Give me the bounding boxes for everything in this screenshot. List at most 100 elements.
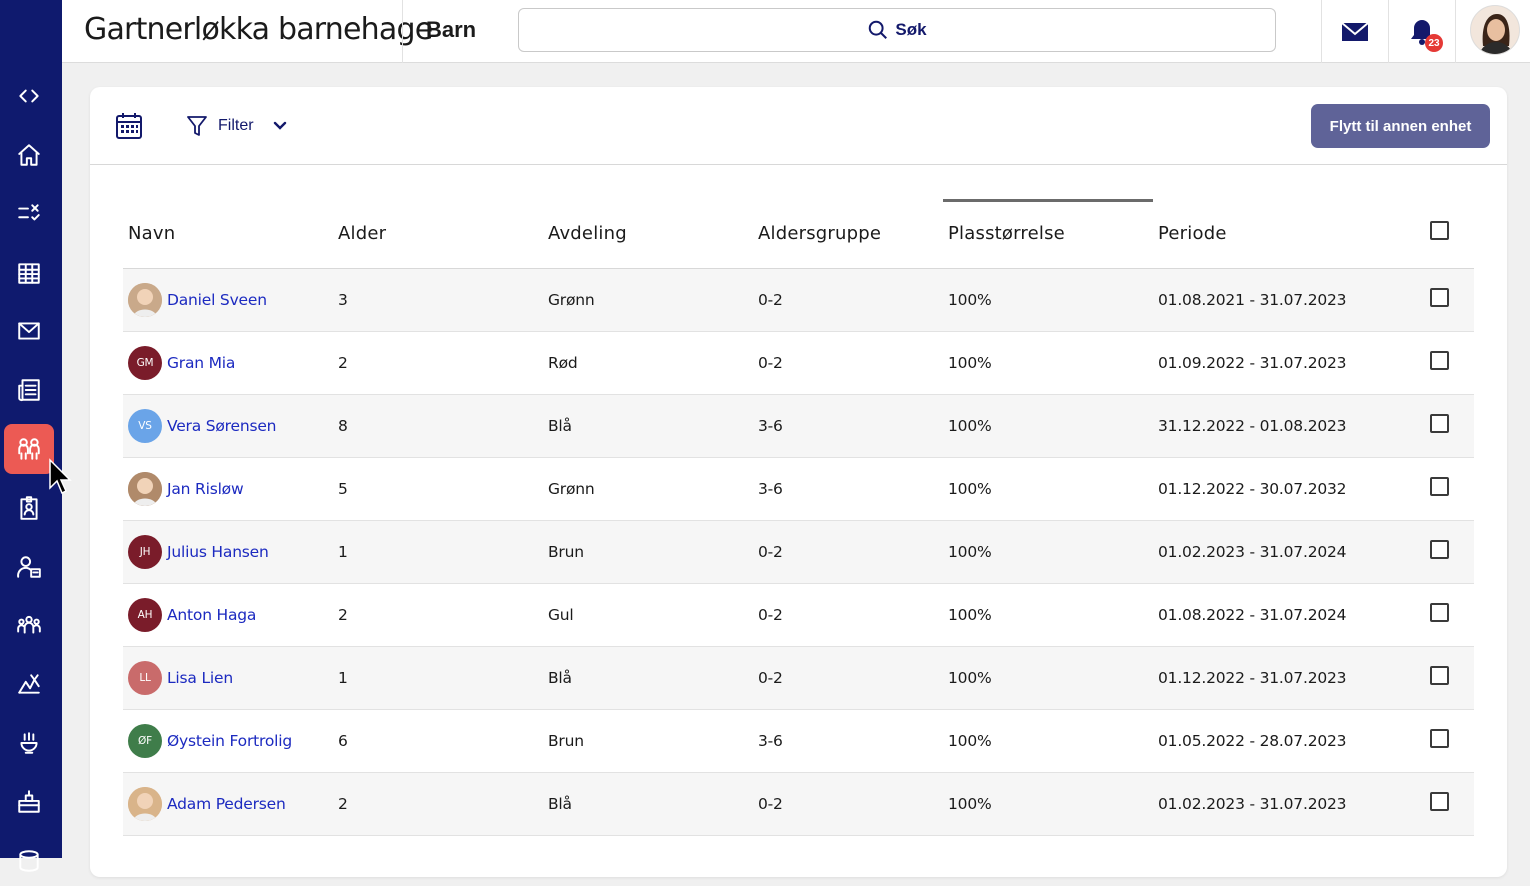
notifications-button[interactable]: 23 <box>1389 0 1455 63</box>
child-name-link[interactable]: Lisa Lien <box>167 669 233 687</box>
cell-period: 31.12.2022 - 01.08.2023 <box>1153 394 1404 458</box>
sidebar-item-database[interactable] <box>4 836 54 886</box>
sidebar-item-messages[interactable] <box>4 306 54 356</box>
cell-period: 01.12.2022 - 31.07.2023 <box>1153 646 1404 710</box>
row-checkbox[interactable] <box>1429 477 1449 496</box>
row-checkbox[interactable] <box>1429 351 1449 370</box>
child-name-link[interactable]: Øystein Fortrolig <box>167 732 292 750</box>
child-name-link[interactable]: Adam Pedersen <box>167 795 286 813</box>
row-checkbox[interactable] <box>1429 729 1449 748</box>
sidebar-toggle-button[interactable] <box>4 71 54 121</box>
avatar-initials: AH <box>137 608 153 621</box>
user-photo-icon <box>1471 6 1519 54</box>
filter-button[interactable]: Filter <box>186 113 288 139</box>
activities-icon <box>18 674 40 694</box>
avatar[interactable] <box>1470 5 1520 55</box>
table-row[interactable]: ØF Øystein Fortrolig 6 Brun 3-6 100% 01.05.202… <box>123 709 1474 773</box>
sidebar <box>0 0 72 872</box>
row-checkbox[interactable] <box>1429 288 1449 307</box>
row-checkbox[interactable] <box>1429 540 1449 559</box>
column-header-age[interactable]: Alder <box>333 199 543 269</box>
column-header-place-size[interactable]: Plasstørrelse <box>943 199 1153 269</box>
sidebar-item-tasks[interactable] <box>4 189 54 239</box>
column-header-department[interactable]: Avdeling <box>543 199 753 269</box>
avatar-initials: JH <box>139 545 151 558</box>
staff-icon <box>17 556 41 578</box>
children-table: Navn Alder Avdeling Aldersgruppe Plasstø… <box>123 199 1474 836</box>
sidebar-item-staff[interactable] <box>4 542 54 592</box>
cell-age: 6 <box>333 709 543 773</box>
table-row[interactable]: VS Vera Sørensen 8 Blå 3-6 100% 31.12.2022 - 0… <box>123 394 1474 458</box>
cell-select <box>1404 583 1474 647</box>
table-row[interactable]: Jan Risløw 5 Grønn 3-6 100% 01.12.2022 - 30.0… <box>123 457 1474 521</box>
cell-department: Rød <box>543 331 753 395</box>
cell-department: Brun <box>543 709 753 773</box>
table-row[interactable]: Daniel Sveen 3 Grønn 0-2 100% 01.08.2021 - 31… <box>123 268 1474 332</box>
sidebar-item-food[interactable] <box>4 718 54 768</box>
child-name-link[interactable]: Gran Mia <box>167 354 235 372</box>
avatar: GM <box>128 345 162 380</box>
search-label: Søk <box>895 20 927 39</box>
cell-name: ØF Øystein Fortrolig <box>123 709 333 773</box>
table-row[interactable]: JH Julius Hansen 1 Brun 0-2 100% 01.02.2023 - … <box>123 520 1474 584</box>
sidebar-item-news[interactable] <box>4 365 54 415</box>
sidebar-item-home[interactable] <box>4 130 54 180</box>
sidebar-item-building[interactable] <box>4 777 54 827</box>
cell-period: 01.05.2022 - 28.07.2023 <box>1153 709 1404 773</box>
code-toggle-icon <box>19 89 39 103</box>
cell-select <box>1404 520 1474 584</box>
children-icon <box>18 438 40 460</box>
chevron-down-icon <box>273 121 286 130</box>
sidebar-item-children[interactable] <box>4 424 54 474</box>
cell-age-group: 0-2 <box>753 583 943 647</box>
cell-select <box>1404 394 1474 458</box>
cell-age: 3 <box>333 268 543 332</box>
top-bar: Gartnerløkka barnehage Barn Søk 23 <box>62 0 1530 63</box>
table-row[interactable]: AH Anton Haga 2 Gul 0-2 100% 01.08.2022 - 31.0… <box>123 583 1474 647</box>
calendar-icon[interactable] <box>114 111 144 141</box>
column-header-select <box>1404 199 1474 269</box>
cell-select <box>1404 331 1474 395</box>
cell-age-group: 0-2 <box>753 331 943 395</box>
cell-department: Gul <box>543 583 753 647</box>
messages-button[interactable] <box>1322 0 1388 63</box>
avatar-initials: LL <box>139 671 151 684</box>
avatar: AH <box>128 597 162 632</box>
mouse-cursor-icon <box>49 458 72 495</box>
table-row[interactable]: GM Gran Mia 2 Rød 0-2 100% 01.09.2022 - 31.07.… <box>123 331 1474 395</box>
child-name-link[interactable]: Julius Hansen <box>167 543 269 561</box>
select-all-checkbox[interactable] <box>1429 221 1449 241</box>
cell-select <box>1404 709 1474 773</box>
sidebar-item-activities[interactable] <box>4 659 54 709</box>
row-checkbox[interactable] <box>1429 414 1449 433</box>
cell-age-group: 0-2 <box>753 772 943 836</box>
badge-icon <box>20 496 38 520</box>
cell-department: Blå <box>543 394 753 458</box>
child-photo-icon <box>128 282 162 317</box>
child-name-link[interactable]: Jan Risløw <box>167 480 244 498</box>
search-icon <box>869 20 888 39</box>
table-row[interactable]: LL Lisa Lien 1 Blå 0-2 100% 01.12.2022 - 31.07… <box>123 646 1474 710</box>
sidebar-item-calendar[interactable] <box>4 248 54 298</box>
home-icon <box>18 144 40 166</box>
avatar: LL <box>128 660 162 695</box>
row-checkbox[interactable] <box>1429 666 1449 685</box>
cell-place-size: 100% <box>943 583 1153 647</box>
table-row[interactable]: Adam Pedersen 2 Blå 0-2 100% 01.02.2023 - 31.… <box>123 772 1474 836</box>
search-input[interactable]: Søk <box>518 8 1276 52</box>
sidebar-item-groups[interactable] <box>4 600 54 650</box>
sidebar-item-badge[interactable] <box>4 483 54 533</box>
cell-department: Brun <box>543 520 753 584</box>
avatar <box>128 786 162 821</box>
row-checkbox[interactable] <box>1429 792 1449 811</box>
row-checkbox[interactable] <box>1429 603 1449 622</box>
child-name-link[interactable]: Vera Sørensen <box>167 417 276 435</box>
column-header-name[interactable]: Navn <box>123 199 333 269</box>
cell-age: 2 <box>333 772 543 836</box>
move-to-other-unit-button[interactable]: Flytt til annen enhet <box>1311 104 1490 148</box>
child-name-link[interactable]: Daniel Sveen <box>167 291 267 309</box>
column-header-period[interactable]: Periode <box>1153 199 1404 269</box>
child-name-link[interactable]: Anton Haga <box>167 606 256 624</box>
cell-age: 2 <box>333 583 543 647</box>
column-header-age-group[interactable]: Aldersgruppe <box>753 199 943 269</box>
